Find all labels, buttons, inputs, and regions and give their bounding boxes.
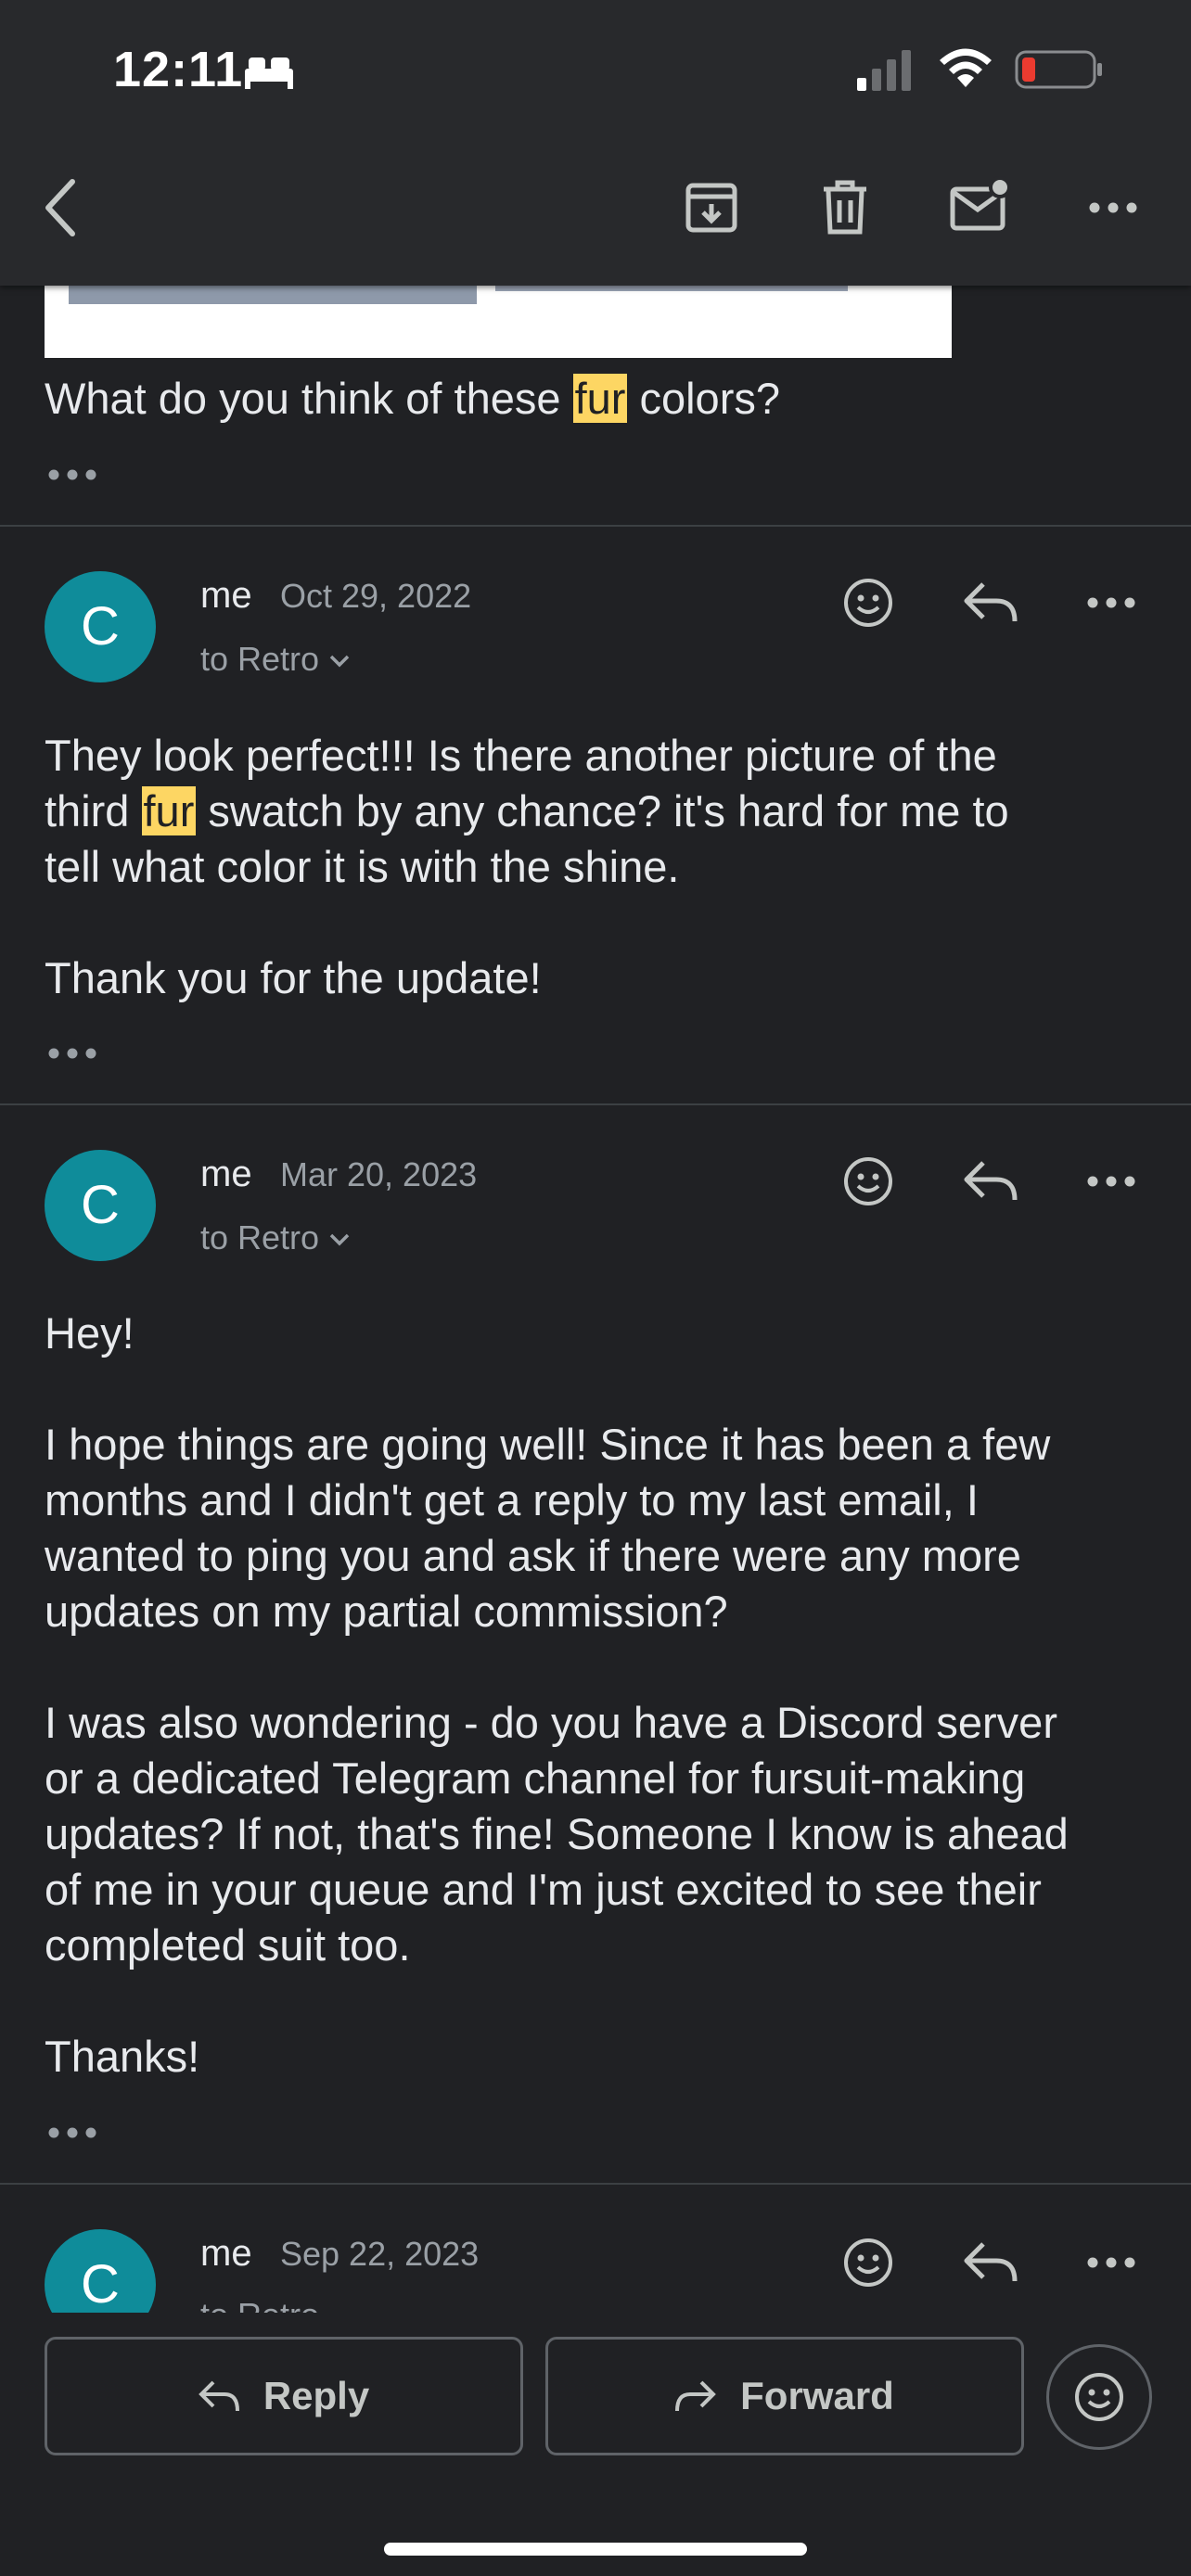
bottom-action-bar: Reply Forward bbox=[0, 2313, 1191, 2576]
more-options-icon[interactable] bbox=[1087, 595, 1135, 610]
archive-icon[interactable] bbox=[685, 182, 738, 234]
show-trimmed-content-icon[interactable] bbox=[48, 2125, 96, 2140]
emoji-icon bbox=[1075, 2373, 1123, 2421]
reply-icon[interactable] bbox=[963, 580, 1018, 625]
previous-message-text: What do you think of these fur colors? bbox=[45, 374, 780, 423]
recipients-toggle[interactable]: to Retro bbox=[200, 640, 351, 679]
emoji-reaction-button[interactable] bbox=[1046, 2344, 1152, 2450]
message-date: Sep 22, 2023 bbox=[280, 2235, 480, 2273]
sender-name: me bbox=[200, 2233, 252, 2274]
sleep-focus-icon bbox=[245, 57, 293, 89]
battery-low-icon bbox=[1015, 50, 1102, 89]
show-trimmed-content-icon[interactable] bbox=[48, 467, 96, 482]
mark-unread-icon[interactable] bbox=[950, 176, 1011, 232]
emoji-reaction-icon[interactable] bbox=[842, 2237, 894, 2289]
search-highlight: fur bbox=[572, 374, 628, 423]
divider bbox=[0, 2183, 1191, 2185]
avatar: C bbox=[45, 1150, 156, 1261]
cellular-signal-icon bbox=[857, 50, 911, 91]
recipients-toggle[interactable]: to Retro bbox=[200, 1218, 351, 1257]
message-body: They look perfect!!! Is there another pi… bbox=[45, 731, 1009, 1002]
more-icon[interactable] bbox=[1089, 200, 1137, 215]
message-date: Oct 29, 2022 bbox=[280, 577, 472, 615]
top-app-bar: 12:11 bbox=[0, 0, 1191, 286]
reply-button[interactable]: Reply bbox=[45, 2337, 523, 2455]
chevron-down-icon bbox=[329, 1234, 350, 1246]
reply-icon[interactable] bbox=[963, 1159, 1018, 1204]
forward-icon bbox=[675, 2380, 716, 2412]
delete-icon[interactable] bbox=[822, 180, 868, 236]
message-body: Hey! I hope things are going well! Since… bbox=[45, 1308, 1069, 2081]
divider bbox=[0, 1103, 1191, 1105]
show-trimmed-content-icon[interactable] bbox=[48, 1046, 96, 1061]
message-date: Mar 20, 2023 bbox=[280, 1155, 478, 1193]
back-arrow-icon[interactable] bbox=[43, 178, 80, 237]
reply-icon bbox=[198, 2380, 239, 2412]
home-indicator[interactable] bbox=[384, 2543, 807, 2556]
forward-button[interactable]: Forward bbox=[545, 2337, 1024, 2455]
more-options-icon[interactable] bbox=[1087, 1174, 1135, 1189]
avatar: C bbox=[45, 571, 156, 682]
status-time: 12:11 bbox=[113, 42, 244, 97]
divider bbox=[0, 525, 1191, 527]
sender-name: me bbox=[200, 575, 252, 616]
sender-name: me bbox=[200, 1154, 252, 1194]
chevron-down-icon bbox=[329, 656, 350, 668]
reply-icon[interactable] bbox=[963, 2240, 1018, 2285]
emoji-reaction-icon[interactable] bbox=[842, 1155, 894, 1207]
search-highlight: fur bbox=[141, 786, 197, 835]
emoji-reaction-icon[interactable] bbox=[842, 577, 894, 629]
more-options-icon[interactable] bbox=[1087, 2255, 1135, 2270]
wifi-icon bbox=[940, 48, 992, 87]
